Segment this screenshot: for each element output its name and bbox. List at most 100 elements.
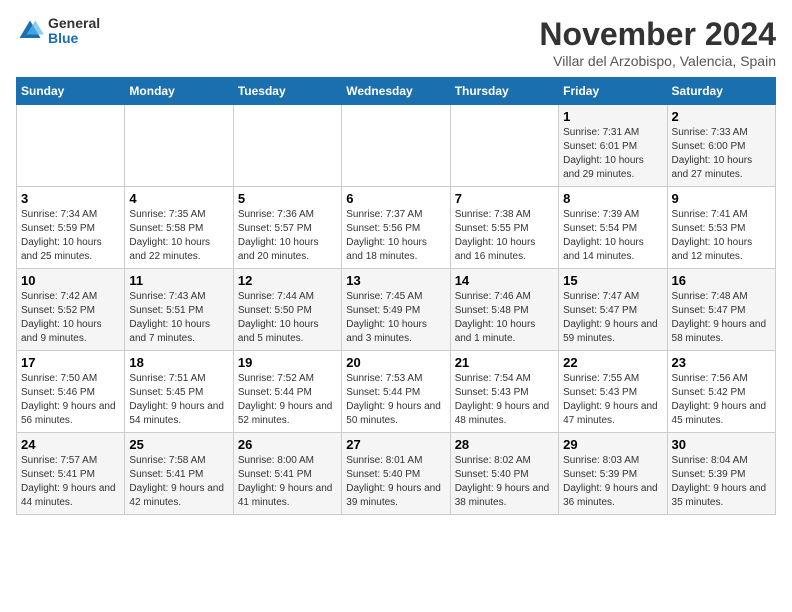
day-info: Sunrise: 7:37 AM Sunset: 5:56 PM Dayligh…	[346, 208, 445, 264]
day-cell: 8 Sunrise: 7:39 AM Sunset: 5:54 PM Daylig…	[559, 187, 667, 269]
location: Villar del Arzobispo, Valencia, Spain	[539, 53, 776, 69]
week-row-1: 3 Sunrise: 7:34 AM Sunset: 5:59 PM Daylig…	[17, 187, 776, 269]
day-cell: 28 Sunrise: 8:02 AM Sunset: 5:40 PM Dayli…	[450, 433, 558, 515]
day-number: 4	[129, 191, 228, 206]
day-cell: 7 Sunrise: 7:38 AM Sunset: 5:55 PM Daylig…	[450, 187, 558, 269]
header-cell-saturday: Saturday	[667, 78, 775, 105]
day-cell: 9 Sunrise: 7:41 AM Sunset: 5:53 PM Daylig…	[667, 187, 775, 269]
day-cell: 27 Sunrise: 8:01 AM Sunset: 5:40 PM Dayli…	[342, 433, 450, 515]
logo-blue-text: Blue	[48, 30, 78, 46]
day-number: 15	[563, 273, 662, 288]
day-info: Sunrise: 7:48 AM Sunset: 5:47 PM Dayligh…	[672, 290, 771, 346]
day-cell: 17Sunrise: 7:50 AM Sunset: 5:46 PM Dayli…	[17, 351, 125, 433]
day-info: Sunrise: 7:57 AM Sunset: 5:41 PM Dayligh…	[21, 454, 120, 510]
day-info: Sunrise: 7:31 AM Sunset: 6:01 PM Dayligh…	[563, 126, 662, 182]
day-number: 24	[21, 437, 120, 452]
day-cell: 11 Sunrise: 7:43 AM Sunset: 5:51 PM Dayli…	[125, 269, 233, 351]
day-cell: 12 Sunrise: 7:44 AM Sunset: 5:50 PM Dayli…	[233, 269, 341, 351]
day-number: 26	[238, 437, 337, 452]
week-row-4: 24 Sunrise: 7:57 AM Sunset: 5:41 PM Dayli…	[17, 433, 776, 515]
week-row-2: 10Sunrise: 7:42 AM Sunset: 5:52 PM Dayli…	[17, 269, 776, 351]
day-info: Sunrise: 7:36 AM Sunset: 5:57 PM Dayligh…	[238, 208, 337, 264]
day-cell: 23 Sunrise: 7:56 AM Sunset: 5:42 PM Dayli…	[667, 351, 775, 433]
day-cell: 5 Sunrise: 7:36 AM Sunset: 5:57 PM Daylig…	[233, 187, 341, 269]
week-row-0: 1Sunrise: 7:31 AM Sunset: 6:01 PM Daylig…	[17, 105, 776, 187]
calendar-table: SundayMondayTuesdayWednesdayThursdayFrid…	[16, 77, 776, 515]
day-cell: 2Sunrise: 7:33 AM Sunset: 6:00 PM Daylig…	[667, 105, 775, 187]
day-number: 3	[21, 191, 120, 206]
header: General Blue November 2024 Villar del Ar…	[16, 16, 776, 69]
day-cell: 1Sunrise: 7:31 AM Sunset: 6:01 PM Daylig…	[559, 105, 667, 187]
day-cell: 18Sunrise: 7:51 AM Sunset: 5:45 PM Dayli…	[125, 351, 233, 433]
header-cell-sunday: Sunday	[17, 78, 125, 105]
day-cell	[17, 105, 125, 187]
day-cell: 21Sunrise: 7:54 AM Sunset: 5:43 PM Dayli…	[450, 351, 558, 433]
day-info: Sunrise: 7:46 AM Sunset: 5:48 PM Dayligh…	[455, 290, 554, 346]
day-cell: 13Sunrise: 7:45 AM Sunset: 5:49 PM Dayli…	[342, 269, 450, 351]
day-info: Sunrise: 7:35 AM Sunset: 5:58 PM Dayligh…	[129, 208, 228, 264]
day-cell: 10Sunrise: 7:42 AM Sunset: 5:52 PM Dayli…	[17, 269, 125, 351]
header-row: SundayMondayTuesdayWednesdayThursdayFrid…	[17, 78, 776, 105]
day-number: 7	[455, 191, 554, 206]
day-number: 5	[238, 191, 337, 206]
day-cell: 26 Sunrise: 8:00 AM Sunset: 5:41 PM Dayli…	[233, 433, 341, 515]
day-info: Sunrise: 7:42 AM Sunset: 5:52 PM Dayligh…	[21, 290, 120, 346]
day-cell: 3 Sunrise: 7:34 AM Sunset: 5:59 PM Daylig…	[17, 187, 125, 269]
day-number: 11	[129, 273, 228, 288]
day-cell: 16 Sunrise: 7:48 AM Sunset: 5:47 PM Dayli…	[667, 269, 775, 351]
day-number: 19	[238, 355, 337, 370]
day-info: Sunrise: 7:41 AM Sunset: 5:53 PM Dayligh…	[672, 208, 771, 264]
title-area: November 2024 Villar del Arzobispo, Vale…	[539, 16, 776, 69]
day-cell	[233, 105, 341, 187]
day-info: Sunrise: 7:43 AM Sunset: 5:51 PM Dayligh…	[129, 290, 228, 346]
day-cell: 24 Sunrise: 7:57 AM Sunset: 5:41 PM Dayli…	[17, 433, 125, 515]
logo-icon	[16, 17, 44, 45]
logo: General Blue	[16, 16, 100, 47]
day-cell: 6 Sunrise: 7:37 AM Sunset: 5:56 PM Daylig…	[342, 187, 450, 269]
day-info: Sunrise: 8:01 AM Sunset: 5:40 PM Dayligh…	[346, 454, 445, 510]
day-number: 9	[672, 191, 771, 206]
day-info: Sunrise: 8:00 AM Sunset: 5:41 PM Dayligh…	[238, 454, 337, 510]
day-info: Sunrise: 8:02 AM Sunset: 5:40 PM Dayligh…	[455, 454, 554, 510]
day-info: Sunrise: 8:04 AM Sunset: 5:39 PM Dayligh…	[672, 454, 771, 510]
day-number: 28	[455, 437, 554, 452]
header-cell-wednesday: Wednesday	[342, 78, 450, 105]
month-title: November 2024	[539, 16, 776, 53]
day-info: Sunrise: 7:45 AM Sunset: 5:49 PM Dayligh…	[346, 290, 445, 346]
day-info: Sunrise: 7:55 AM Sunset: 5:43 PM Dayligh…	[563, 372, 662, 428]
day-number: 8	[563, 191, 662, 206]
day-cell: 19 Sunrise: 7:52 AM Sunset: 5:44 PM Dayli…	[233, 351, 341, 433]
day-cell: 29Sunrise: 8:03 AM Sunset: 5:39 PM Dayli…	[559, 433, 667, 515]
day-number: 17	[21, 355, 120, 370]
day-info: Sunrise: 7:44 AM Sunset: 5:50 PM Dayligh…	[238, 290, 337, 346]
day-number: 27	[346, 437, 445, 452]
day-info: Sunrise: 7:56 AM Sunset: 5:42 PM Dayligh…	[672, 372, 771, 428]
day-cell: 25Sunrise: 7:58 AM Sunset: 5:41 PM Dayli…	[125, 433, 233, 515]
day-info: Sunrise: 7:38 AM Sunset: 5:55 PM Dayligh…	[455, 208, 554, 264]
day-number: 23	[672, 355, 771, 370]
day-info: Sunrise: 7:52 AM Sunset: 5:44 PM Dayligh…	[238, 372, 337, 428]
header-cell-thursday: Thursday	[450, 78, 558, 105]
day-cell: 4 Sunrise: 7:35 AM Sunset: 5:58 PM Daylig…	[125, 187, 233, 269]
day-cell: 20 Sunrise: 7:53 AM Sunset: 5:44 PM Dayli…	[342, 351, 450, 433]
header-cell-tuesday: Tuesday	[233, 78, 341, 105]
day-info: Sunrise: 7:54 AM Sunset: 5:43 PM Dayligh…	[455, 372, 554, 428]
day-number: 18	[129, 355, 228, 370]
day-cell: 15 Sunrise: 7:47 AM Sunset: 5:47 PM Dayli…	[559, 269, 667, 351]
day-number: 25	[129, 437, 228, 452]
day-number: 12	[238, 273, 337, 288]
day-number: 30	[672, 437, 771, 452]
day-number: 29	[563, 437, 662, 452]
day-number: 16	[672, 273, 771, 288]
day-info: Sunrise: 7:34 AM Sunset: 5:59 PM Dayligh…	[21, 208, 120, 264]
day-number: 6	[346, 191, 445, 206]
day-info: Sunrise: 7:33 AM Sunset: 6:00 PM Dayligh…	[672, 126, 771, 182]
day-number: 20	[346, 355, 445, 370]
day-cell: 14Sunrise: 7:46 AM Sunset: 5:48 PM Dayli…	[450, 269, 558, 351]
day-cell: 30 Sunrise: 8:04 AM Sunset: 5:39 PM Dayli…	[667, 433, 775, 515]
week-row-3: 17Sunrise: 7:50 AM Sunset: 5:46 PM Dayli…	[17, 351, 776, 433]
day-info: Sunrise: 7:53 AM Sunset: 5:44 PM Dayligh…	[346, 372, 445, 428]
day-cell	[342, 105, 450, 187]
day-info: Sunrise: 7:39 AM Sunset: 5:54 PM Dayligh…	[563, 208, 662, 264]
day-info: Sunrise: 7:47 AM Sunset: 5:47 PM Dayligh…	[563, 290, 662, 346]
